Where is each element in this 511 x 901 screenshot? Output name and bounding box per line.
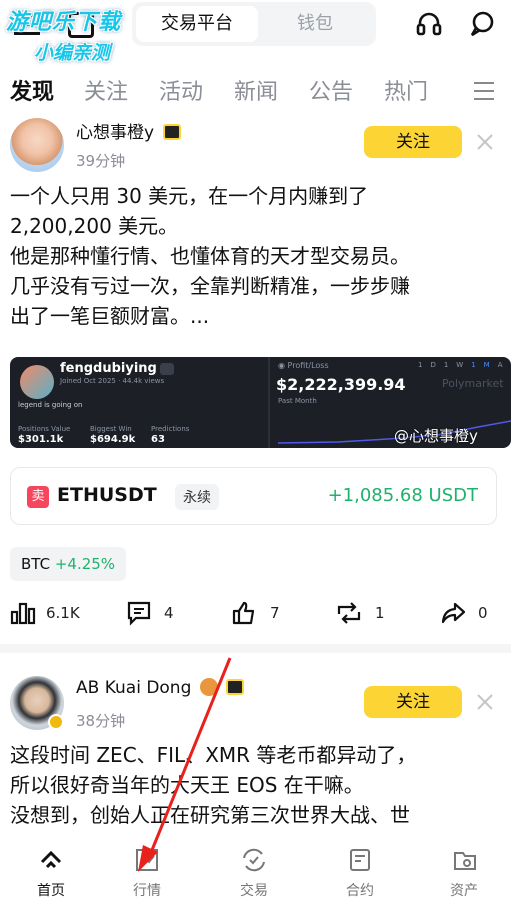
annotation-arrow [138, 657, 232, 872]
